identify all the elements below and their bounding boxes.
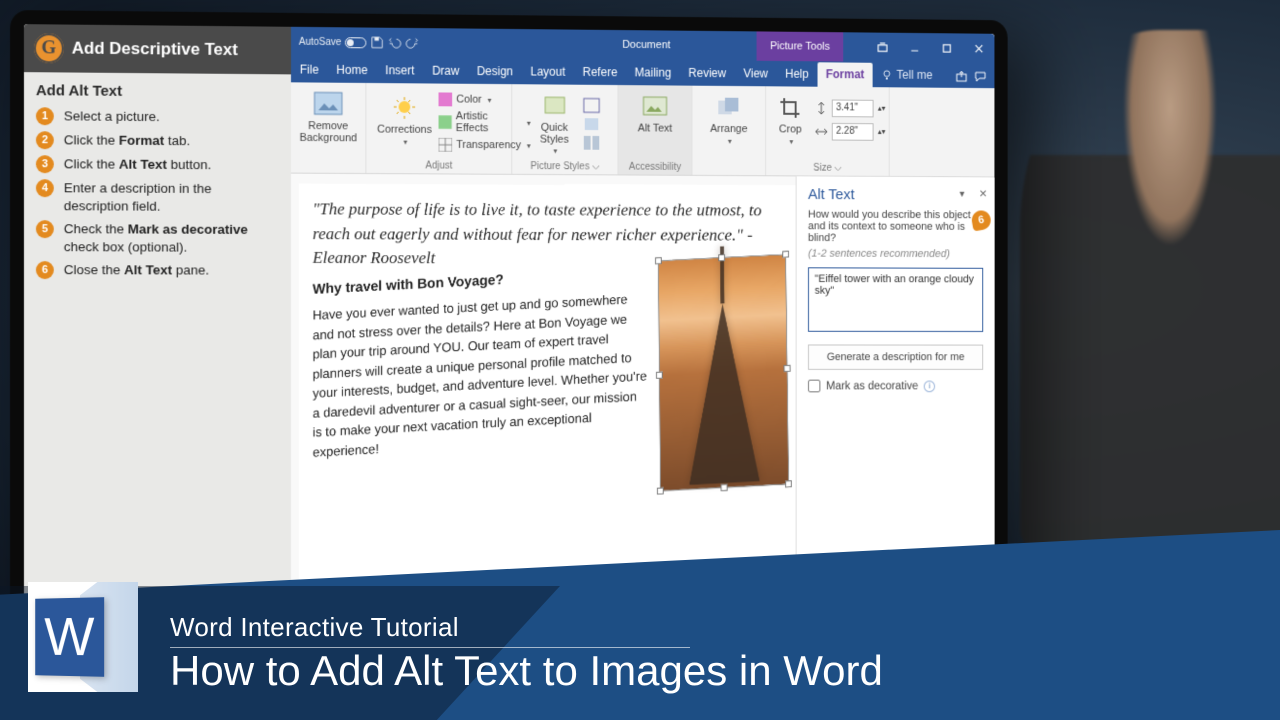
save-icon[interactable] [371,35,385,49]
share-icon[interactable] [955,69,968,83]
group-accessibility-label: Accessibility [629,159,681,173]
close-icon[interactable] [962,33,994,62]
pane-options-icon[interactable]: ▼ [958,189,966,199]
video-title: How to Add Alt Text to Images in Word [170,648,883,694]
height-input[interactable]: 3.41"▴▾ [815,98,885,118]
comments-icon[interactable] [974,70,987,84]
picture-effects-menu[interactable] [582,116,599,132]
group-size-label: Size ⌵ [813,160,841,174]
tab-references[interactable]: Refere [574,60,626,85]
picture-layout-menu[interactable] [582,135,599,151]
title-bar: AutoSave Document Picture Tools [291,27,994,63]
tab-insert[interactable]: Insert [376,58,423,83]
group-picture-styles-label: Picture Styles ⌵ [530,159,599,173]
tab-help[interactable]: Help [777,62,818,87]
document-paragraph: Have you ever wanted to just get up and … [313,289,649,462]
autosave-toggle[interactable]: AutoSave [299,36,367,48]
sidebar-subhead: Add Alt Text [36,82,279,101]
tutorial-step: 6Close the Alt Text pane. [36,261,279,280]
sidebar-title: Add Descriptive Text [72,39,238,60]
video-subtitle: Word Interactive Tutorial [170,612,883,648]
tab-home[interactable]: Home [328,58,377,83]
tab-layout[interactable]: Layout [522,60,574,85]
tutorial-step: 3Click the Alt Text button. [36,155,279,174]
document-title: Document [622,39,670,51]
crop-menu[interactable]: Crop [769,90,811,149]
tab-view[interactable]: View [735,62,777,87]
maximize-icon[interactable] [930,33,962,62]
alt-text-input[interactable] [808,267,983,332]
ribbon: Remove Background . Corrections Color Ar… [291,82,994,177]
tell-me-search[interactable]: Tell me [873,63,941,88]
ribbon-display-icon[interactable] [866,33,898,63]
tab-file[interactable]: File [291,58,328,83]
pane-prompt: How would you describe this object and i… [808,209,983,245]
pane-hint: (1-2 sentences recommended) [808,248,983,260]
contextual-tab-label: Picture Tools [757,31,843,61]
tab-format[interactable]: Format [817,62,873,87]
width-input[interactable]: 2.28"▴▾ [815,122,885,142]
redo-icon[interactable] [406,36,420,50]
tutorial-step: 5Check the Mark as decorative check box … [36,220,279,256]
tutorial-step: 2Click the Format tab. [36,131,279,151]
mark-decorative-checkbox[interactable]: Mark as decorative i [808,380,983,393]
tab-draw[interactable]: Draw [423,59,468,84]
picture-border-menu[interactable] [582,97,599,113]
remove-background-button[interactable]: Remove Background [299,86,358,147]
minimize-icon[interactable] [898,33,930,63]
tab-mailings[interactable]: Mailing [626,61,680,86]
corrections-menu[interactable]: Corrections [374,90,435,150]
person-silhouette [1020,30,1280,550]
pane-close-icon[interactable]: × [979,185,987,201]
lightbulb-icon [881,69,892,81]
quick-styles-menu[interactable]: Quick Styles [530,88,578,159]
brand-logo: G [34,33,64,63]
tutorial-step: 1Select a picture. [36,107,279,127]
arrange-menu[interactable]: Arrange [700,90,757,149]
group-adjust-label: Adjust [425,158,452,172]
callout-badge: 6 [970,209,992,231]
alt-text-button[interactable]: Alt Text [626,89,684,138]
word-logo: W [28,582,138,692]
tab-review[interactable]: Review [680,61,735,86]
tutorial-step: 4Enter a description in the description … [36,179,279,215]
info-icon[interactable]: i [924,380,935,392]
undo-icon[interactable] [388,36,402,50]
sidebar-header: G Add Descriptive Text [24,24,291,74]
tab-design[interactable]: Design [468,59,522,84]
generate-description-button[interactable]: Generate a description for me [808,344,983,369]
selected-image[interactable] [659,255,788,491]
